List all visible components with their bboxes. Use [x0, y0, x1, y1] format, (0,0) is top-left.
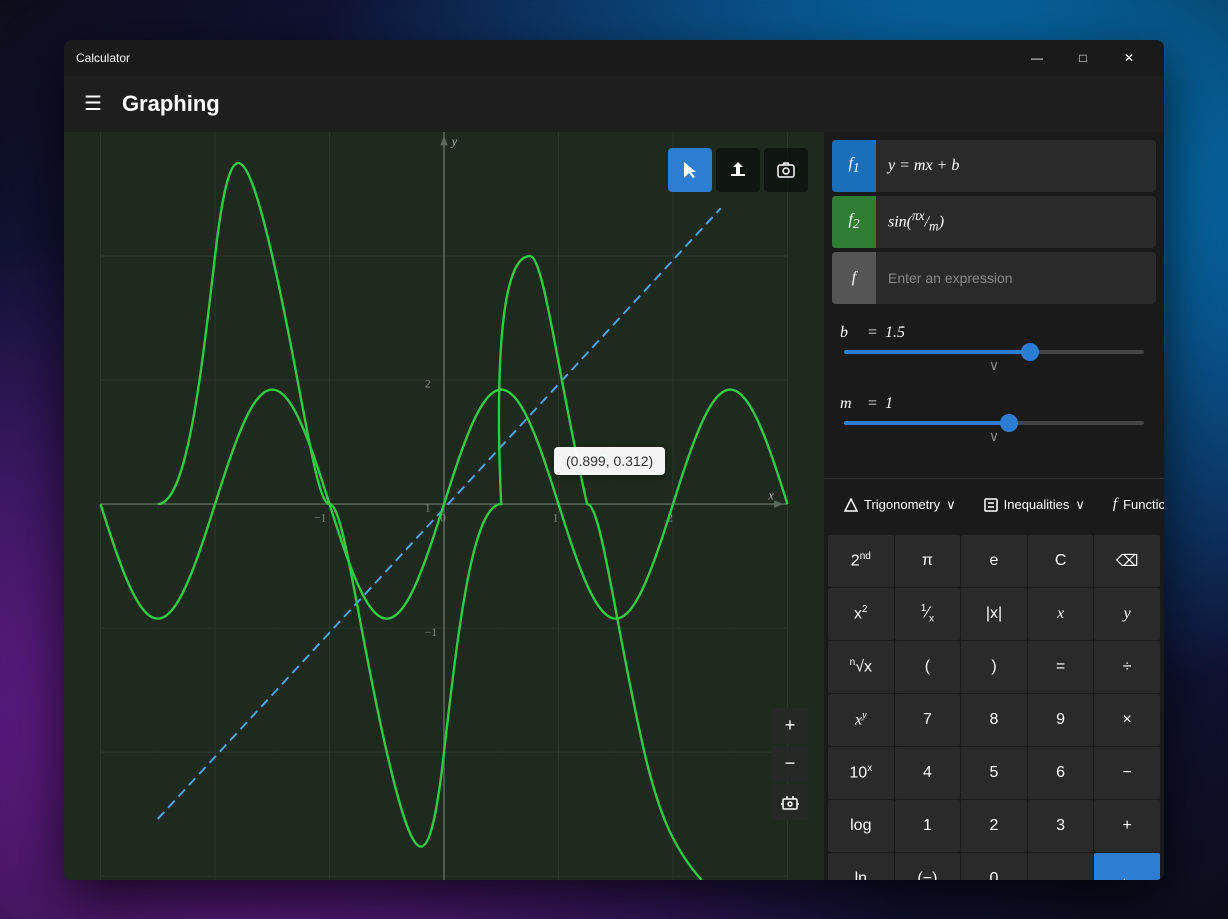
calc-8[interactable]: 8: [961, 694, 1027, 746]
calc-subtract[interactable]: −: [1094, 747, 1160, 799]
slider-m-thumb[interactable]: [1000, 414, 1018, 432]
trigonometry-button[interactable]: Trigonometry ∨: [832, 487, 968, 523]
zoom-controls: + −: [772, 708, 808, 820]
calc-divide[interactable]: ÷: [1094, 641, 1160, 693]
zoom-out-button[interactable]: −: [772, 746, 808, 782]
slider-m-track[interactable]: [844, 421, 1144, 425]
svg-text:−1: −1: [425, 626, 437, 638]
calc-add[interactable]: +: [1094, 800, 1160, 852]
calc-clear[interactable]: C: [1028, 535, 1094, 587]
graph-svg: y x 2 1 −1 −1 0 1 2: [64, 132, 824, 880]
calc-enter[interactable]: ←: [1094, 853, 1160, 880]
main-content: y x 2 1 −1 −1 0 1 2: [64, 132, 1164, 880]
calc-1[interactable]: 1: [895, 800, 961, 852]
svg-text:1: 1: [553, 512, 559, 524]
calc-x2[interactable]: x2: [828, 588, 894, 640]
calc-7[interactable]: 7: [895, 694, 961, 746]
calculator-grid: 2nd π e C ⌫ x2 1⁄x |x| x y n√x ( ) = ÷ x…: [824, 531, 1164, 880]
calc-second[interactable]: 2nd: [828, 535, 894, 587]
zoom-fit-button[interactable]: [772, 784, 808, 820]
camera-button[interactable]: [764, 148, 808, 192]
calc-abs[interactable]: |x|: [961, 588, 1027, 640]
calc-multiply[interactable]: ×: [1094, 694, 1160, 746]
calc-nroot[interactable]: n√x: [828, 641, 894, 693]
function-item-3[interactable]: f Enter an expression: [832, 252, 1156, 304]
svg-text:−1: −1: [314, 512, 326, 524]
calc-equals[interactable]: =: [1028, 641, 1094, 693]
svg-text:x: x: [767, 488, 774, 502]
function-item-2[interactable]: f2 sin(πx/m): [832, 196, 1156, 248]
calc-y[interactable]: y: [1094, 588, 1160, 640]
function-button[interactable]: f Function ∨: [1101, 487, 1164, 523]
function-2-tab: f2: [832, 196, 876, 248]
calc-backspace[interactable]: ⌫: [1094, 535, 1160, 587]
zoom-in-button[interactable]: +: [772, 708, 808, 744]
titlebar: Calculator — □ ✕: [64, 40, 1164, 76]
function-3-placeholder: Enter an expression: [876, 270, 1156, 286]
app-header: ☰ Graphing: [64, 76, 1164, 132]
calc-9[interactable]: 9: [1028, 694, 1094, 746]
slider-b-fill: [844, 350, 1030, 354]
calc-10x[interactable]: 10x: [828, 747, 894, 799]
hamburger-icon[interactable]: ☰: [80, 87, 106, 120]
slider-b-row: b = 1.5 ∨: [840, 324, 1148, 379]
bottom-toolbar: Trigonometry ∨ Inequalities ∨ f Function…: [824, 478, 1164, 531]
app-window: Calculator — □ ✕ ☰ Graphing: [64, 40, 1164, 880]
function-1-tab: f1: [832, 140, 876, 192]
calc-0[interactable]: 0: [961, 853, 1027, 880]
calc-rparen[interactable]: ): [961, 641, 1027, 693]
calc-3[interactable]: 3: [1028, 800, 1094, 852]
page-title: Graphing: [122, 91, 220, 117]
titlebar-controls: — □ ✕: [1014, 42, 1152, 74]
svg-text:y: y: [450, 134, 458, 148]
function-2-expression: sin(πx/m): [876, 208, 1156, 235]
slider-b-label: b = 1.5: [840, 324, 1148, 342]
minimize-button[interactable]: —: [1014, 42, 1060, 74]
function-3-tab: f: [832, 252, 876, 304]
right-panel: f1 y = mx + b f2 sin(πx/m): [824, 132, 1164, 880]
slider-m-chevron[interactable]: ∨: [840, 425, 1148, 450]
calc-recip[interactable]: 1⁄x: [895, 588, 961, 640]
select-tool-button[interactable]: [668, 148, 712, 192]
app-title-bar: Calculator: [76, 51, 130, 65]
calc-e[interactable]: e: [961, 535, 1027, 587]
calc-negate[interactable]: (−): [895, 853, 961, 880]
sliders-section: b = 1.5 ∨ m = 1: [824, 312, 1164, 478]
calc-6[interactable]: 6: [1028, 747, 1094, 799]
slider-m-label: m = 1: [840, 395, 1148, 413]
calc-decimal[interactable]: .: [1028, 853, 1094, 880]
slider-b-thumb[interactable]: [1021, 343, 1039, 361]
close-button[interactable]: ✕: [1106, 42, 1152, 74]
svg-text:1: 1: [425, 502, 431, 514]
calc-lparen[interactable]: (: [895, 641, 961, 693]
function-1-expression: y = mx + b: [876, 157, 1156, 175]
slider-m-row: m = 1 ∨: [840, 395, 1148, 450]
calc-log[interactable]: log: [828, 800, 894, 852]
calc-4[interactable]: 4: [895, 747, 961, 799]
graph-area: y x 2 1 −1 −1 0 1 2: [64, 132, 824, 880]
calc-power[interactable]: xy: [828, 694, 894, 746]
inequalities-button[interactable]: Inequalities ∨: [972, 487, 1097, 523]
slider-b-track[interactable]: [844, 350, 1144, 354]
calc-x[interactable]: x: [1028, 588, 1094, 640]
slider-m-fill: [844, 421, 1009, 425]
function-item-1[interactable]: f1 y = mx + b: [832, 140, 1156, 192]
graph-toolbar: [668, 148, 808, 192]
share-button[interactable]: [716, 148, 760, 192]
calc-5[interactable]: 5: [961, 747, 1027, 799]
functions-list: f1 y = mx + b f2 sin(πx/m): [824, 132, 1164, 312]
svg-text:2: 2: [425, 378, 431, 390]
calc-pi[interactable]: π: [895, 535, 961, 587]
slider-b-chevron[interactable]: ∨: [840, 354, 1148, 379]
calc-2[interactable]: 2: [961, 800, 1027, 852]
maximize-button[interactable]: □: [1060, 42, 1106, 74]
calc-ln[interactable]: ln: [828, 853, 894, 880]
